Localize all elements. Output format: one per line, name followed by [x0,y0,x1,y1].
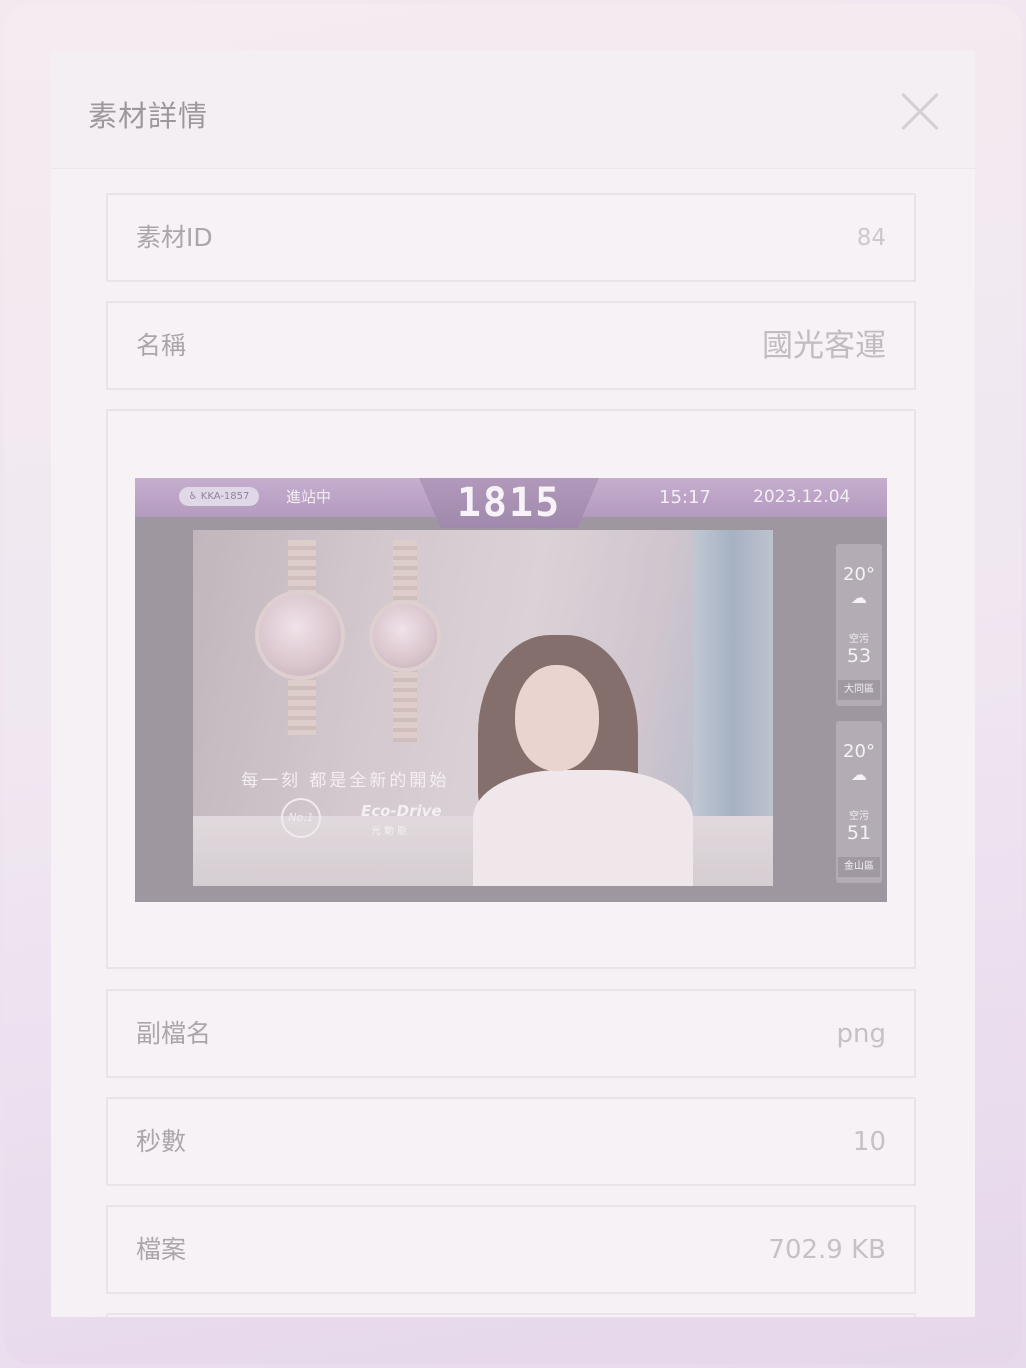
arrival-status: 進站中 [286,488,332,506]
aqi-label: 空污 [849,634,869,645]
preview-image[interactable]: ♿ KKA-1857 進站中 15:17 2023.12.04 1815 每一刻… [135,478,887,902]
advertisement: 每一刻 都是全新的開始 No.1 Eco-Drive 光動能 [193,530,773,886]
aqi-value: 51 [846,822,872,844]
clock-time: 15:17 [659,487,711,508]
aqi-label: 空污 [849,811,869,822]
field-label: 副檔名 [136,1019,212,1048]
field-name: 名稱 國光客運 [106,301,916,390]
weather-panel: 20° ☁ 空污 51 金山區 [836,721,882,883]
watch-icon [369,600,441,672]
weather-panel: 20° ☁ 空污 53 大同區 [836,544,882,706]
rain-cloud-icon: ☁ [851,588,867,607]
material-detail-modal: 素材詳情 素材ID 84 名稱 國光客運 ♿ KKA-1857 進站中 15:1… [51,51,975,1317]
watch-icon [255,590,345,680]
award-badge-icon: No.1 [281,798,321,838]
field-value: 84 [856,225,886,251]
watch-strap [393,540,417,606]
field-label: 素材ID [136,223,213,252]
field-value: png [836,1019,887,1049]
field-value: 國光客運 [762,328,886,364]
modal-title: 素材詳情 [88,99,209,133]
route-number: 1815 [456,480,562,526]
field-label: 檔案 [136,1235,187,1264]
field-material-id: 素材ID 84 [106,193,916,282]
field-value: 702.9 KB [768,1235,886,1265]
modal-header: 素材詳情 [51,51,975,169]
accessible-badge: ♿ KKA-1857 [179,487,259,506]
ad-brand: Eco-Drive [361,802,442,820]
temperature: 20° [843,564,875,585]
aqi-value: 53 [846,645,872,667]
field-seconds: 秒數 10 [106,1097,916,1186]
field-label: 名稱 [136,331,187,360]
field-file-size: 檔案 702.9 KB [106,1205,916,1294]
clock-date: 2023.12.04 [753,487,851,507]
field-value: 10 [852,1127,886,1157]
field-next-cutoff [106,1313,916,1317]
rain-cloud-icon: ☁ [851,765,867,784]
district-label: 金山區 [838,857,880,877]
field-label: 秒數 [136,1127,187,1156]
district-label: 大同區 [838,680,880,700]
ad-brand-sub: 光動能 [371,826,410,837]
watch-strap [393,662,417,742]
temperature: 20° [843,741,875,762]
watch-strap [288,540,316,595]
model-face [515,665,599,771]
field-extension: 副檔名 png [106,989,916,1078]
model-body [473,770,693,886]
ad-slogan: 每一刻 都是全新的開始 [241,771,450,791]
close-icon[interactable] [901,93,939,131]
